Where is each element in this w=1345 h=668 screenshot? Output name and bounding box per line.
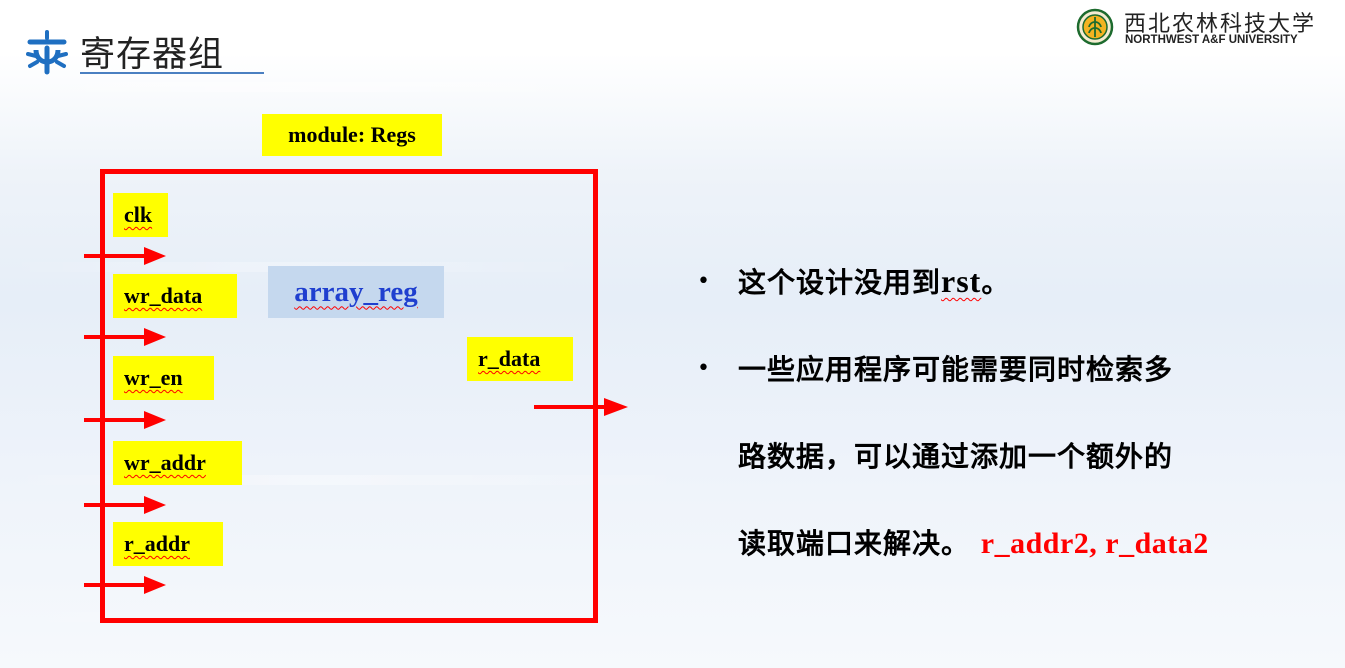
university-name-en: NORTHWEST A&F UNIVERSITY — [1125, 34, 1298, 46]
input-arrow-wr-data — [84, 328, 166, 346]
rst-code: rst — [941, 263, 982, 299]
bullet-item-1: 这个设计没用到rst。 — [738, 261, 1010, 301]
port-label: wr_en — [124, 365, 183, 390]
bullet-item-2-line-3: 读取端口来解决。 r_addr2, r_data2 — [738, 522, 1209, 562]
port-label: r_data — [478, 346, 541, 371]
university-logo: 西北农林科技大学 NORTHWEST A&F UNIVERSITY — [1074, 4, 1324, 48]
port-wr-addr: wr_addr — [113, 441, 242, 485]
bullet-item-1-text: 这个设计没用到 — [738, 266, 942, 299]
array-reg-text: array_reg — [294, 275, 418, 308]
bullet-item-2-line-3-text: 读取端口来解决。 — [738, 527, 971, 560]
port-label: wr_data — [124, 283, 203, 308]
input-arrow-clk — [84, 247, 166, 265]
input-arrow-r-addr — [84, 576, 166, 594]
extra-port-names: r_addr2, r_data2 — [980, 527, 1209, 560]
port-label: clk — [124, 202, 153, 227]
bullet-item-1-end: 。 — [981, 266, 1011, 299]
bug-logo-icon — [26, 30, 68, 75]
port-wr-data: wr_data — [113, 274, 237, 318]
port-wr-en: wr_en — [113, 356, 214, 400]
port-r-data: r_data — [467, 337, 573, 381]
output-arrow-r-data — [534, 398, 628, 416]
module-label: module: Regs — [262, 114, 442, 156]
page-title: 寄存器组 — [80, 35, 225, 75]
port-label: wr_addr — [124, 450, 206, 475]
bullet-marker: • — [697, 356, 710, 381]
port-label: r_addr — [124, 531, 190, 556]
background-streak — [0, 82, 640, 92]
port-clk: clk — [113, 193, 168, 237]
input-arrow-wr-addr — [84, 496, 166, 514]
bullet-marker: • — [697, 269, 710, 294]
array-reg-label: array_reg — [268, 266, 444, 318]
bullet-item-2-line-1: 一些应用程序可能需要同时检索多 — [738, 353, 1174, 386]
university-seal-icon — [1076, 8, 1114, 46]
input-arrow-wr-en — [84, 411, 166, 429]
port-r-addr: r_addr — [113, 522, 223, 566]
title-underline — [80, 72, 264, 74]
bullet-item-2-line-2: 路数据，可以通过添加一个额外的 — [738, 440, 1174, 473]
